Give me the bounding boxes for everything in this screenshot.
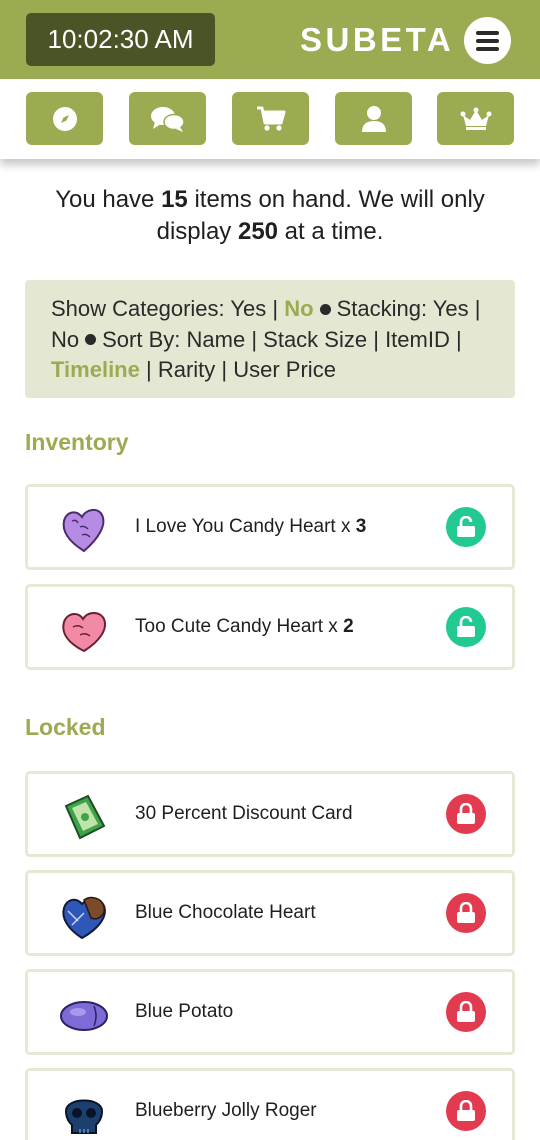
locked-padlock-icon: [457, 1001, 475, 1022]
sort-itemid-link[interactable]: ItemID: [385, 327, 450, 352]
locked-padlock-icon: [457, 1100, 475, 1121]
sort-user-price-link[interactable]: User Price: [233, 357, 336, 382]
item-name: 30 Percent Discount Card: [135, 803, 353, 824]
lock-toggle-button[interactable]: [446, 607, 486, 647]
purple-candy-heart-icon: [62, 509, 105, 553]
stacking-yes-link[interactable]: Yes: [433, 296, 469, 321]
inventory-summary: You have 15 items on hand. We will only …: [55, 186, 485, 245]
list-item[interactable]: I Love You Candy Heart x 3: [25, 484, 515, 570]
list-item[interactable]: Blueberry Jolly Roger: [25, 1068, 515, 1140]
sort-label: Sort By:: [102, 326, 181, 352]
sort-timeline-link[interactable]: Timeline: [51, 357, 140, 382]
filter-options: Show Categories: Yes | No Stacking: Yes |…: [25, 280, 515, 398]
blueberry-skull-icon: [64, 1099, 104, 1134]
locked-heading: Locked: [25, 714, 106, 740]
list-item[interactable]: Blue Potato: [25, 969, 515, 1055]
inventory-heading: Inventory: [25, 429, 129, 455]
premium-nav-button[interactable]: [437, 92, 514, 145]
blue-potato-icon: [60, 1001, 108, 1031]
shops-nav-button[interactable]: [232, 92, 309, 145]
item-quantity: 3: [355, 516, 367, 537]
discount-card-icon: [64, 794, 106, 840]
locked-padlock-icon: [457, 803, 475, 824]
categories-no-link[interactable]: No: [284, 296, 313, 321]
bullet-separator: [85, 334, 97, 346]
bullet-separator: [319, 303, 331, 315]
hamburger-menu-button[interactable]: [464, 17, 511, 64]
crown-icon: [460, 107, 491, 130]
display-limit: 250: [237, 218, 279, 245]
locked-padlock-icon: [457, 902, 475, 923]
site-logo[interactable]: SUBETA: [300, 20, 454, 60]
categories-label: Show Categories:: [51, 296, 225, 321]
item-name: Blue Chocolate Heart: [135, 902, 316, 923]
user-icon: [361, 105, 386, 132]
lock-toggle-button[interactable]: [446, 893, 486, 933]
lock-toggle-button[interactable]: [446, 992, 486, 1032]
item-name: I Love You Candy Heart x 3: [135, 516, 367, 537]
list-item[interactable]: 30 Percent Discount Card: [25, 771, 515, 857]
list-item[interactable]: Too Cute Candy Heart x 2: [25, 584, 515, 670]
blue-chocolate-heart-icon: [62, 896, 106, 940]
categories-yes-link[interactable]: Yes: [230, 296, 266, 321]
forums-nav-button[interactable]: [129, 92, 206, 145]
shopping-cart-icon: [256, 106, 285, 131]
unlocked-padlock-icon: [457, 516, 475, 537]
profile-nav-button[interactable]: [335, 92, 412, 145]
stacking-label: Stacking:: [336, 296, 428, 321]
item-quantity: 2: [343, 616, 354, 637]
nav-bar: [0, 79, 540, 159]
sort-name-link[interactable]: Name: [187, 327, 246, 352]
sort-stack-size-link[interactable]: Stack Size: [263, 327, 367, 352]
item-name: Blueberry Jolly Roger: [135, 1100, 317, 1121]
top-bar: 10:02:30 AM SUBETA: [0, 0, 540, 79]
unlocked-padlock-icon: [457, 616, 475, 637]
list-item[interactable]: Blue Chocolate Heart: [25, 870, 515, 956]
lock-toggle-button[interactable]: [446, 794, 486, 834]
pink-candy-heart-icon: [62, 612, 106, 653]
clock: 10:02:30 AM: [26, 13, 215, 66]
stacking-no-link[interactable]: No: [51, 327, 79, 352]
item-count: 15: [161, 186, 188, 213]
explore-nav-button[interactable]: [26, 92, 103, 145]
compass-icon: [52, 106, 77, 131]
item-name: Too Cute Candy Heart x 2: [135, 616, 354, 637]
hamburger-icon: [476, 31, 499, 35]
item-name: Blue Potato: [135, 1001, 234, 1022]
chat-bubbles-icon: [150, 106, 185, 132]
lock-toggle-button[interactable]: [446, 507, 486, 547]
sort-rarity-link[interactable]: Rarity: [158, 357, 215, 382]
lock-toggle-button[interactable]: [446, 1091, 486, 1131]
